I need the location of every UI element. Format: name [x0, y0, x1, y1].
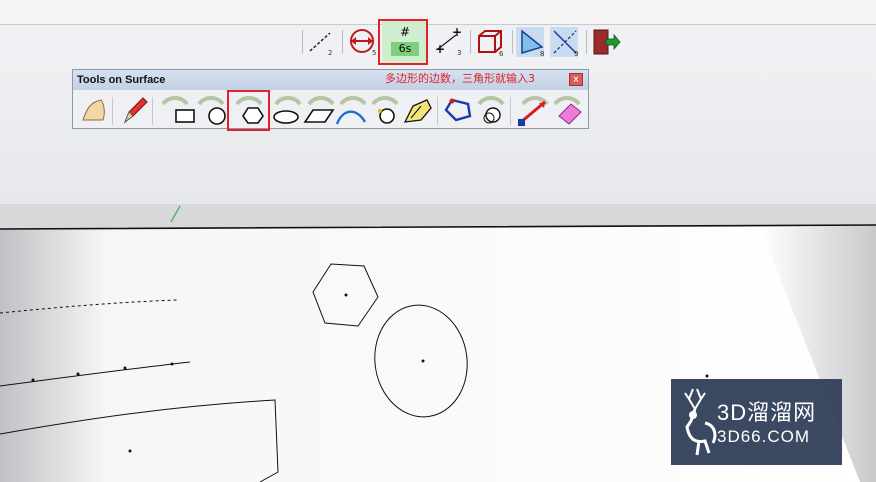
rectangle-icon — [161, 96, 195, 123]
panel-separator — [112, 97, 113, 125]
exit-tool-button[interactable] — [590, 27, 621, 57]
circle-point-icon — [371, 96, 399, 124]
offset-tool-button[interactable] — [401, 94, 432, 126]
panel-close-button[interactable]: x — [569, 73, 583, 86]
eraser-tool-button[interactable] — [551, 94, 582, 126]
add-point-tool-button[interactable]: + + 3 — [432, 25, 462, 57]
stray-point — [705, 374, 709, 378]
panel-annotation: 多边形的边数，三角形就输入3 — [385, 72, 535, 85]
geodesic-tool-button[interactable] — [475, 94, 505, 126]
surface-tool-button[interactable] — [79, 94, 109, 126]
toolbar-separator — [470, 30, 471, 54]
toolbar-separator — [342, 30, 343, 54]
watermark-url: 3D66.COM — [717, 427, 811, 446]
panel-separator — [152, 97, 153, 125]
tool-subscript: 2 — [328, 49, 332, 57]
circle-icon — [197, 96, 226, 125]
eraser-icon — [553, 96, 582, 125]
triangle-icon: 8 — [521, 29, 544, 58]
curve-point — [76, 372, 80, 376]
arc-tool-button[interactable] — [335, 94, 367, 126]
box-tool-button[interactable]: 6 — [474, 27, 504, 58]
line-icon — [518, 96, 549, 126]
tool-subscript: 5 — [372, 49, 376, 57]
tool-subscript: 3 — [457, 49, 461, 57]
geodesic-icon — [477, 96, 505, 124]
circle-point-tool-button[interactable] — [369, 94, 399, 126]
svg-text:+: + — [452, 27, 462, 39]
curve-point — [123, 366, 127, 370]
ellipse-tool-button[interactable] — [270, 94, 302, 126]
arc-icon — [335, 96, 367, 125]
watermark-title: 3D溜溜网 — [717, 400, 817, 425]
polygon-tool-highlight — [227, 90, 270, 131]
circle-center — [421, 359, 425, 363]
parallelogram-icon — [303, 96, 335, 123]
toolbar-separator — [302, 30, 303, 54]
exit-door-icon — [593, 29, 621, 55]
svg-text:+: + — [435, 42, 445, 56]
intersect-tool-button[interactable]: 9 — [550, 27, 578, 58]
tools-on-surface-panel: Tools on Surface 多边形的边数，三角形就输入3 x — [72, 69, 589, 129]
cube-icon: 6 — [478, 30, 504, 58]
measure-tool-button[interactable]: 5 — [348, 27, 376, 57]
circle-tool-button[interactable] — [197, 94, 227, 126]
dashed-line-icon: 2 — [309, 32, 332, 57]
surface-icon — [82, 99, 105, 121]
toolbar-separator — [512, 30, 513, 54]
line-tool-button[interactable] — [515, 94, 549, 126]
double-arrow-icon: 5 — [350, 29, 376, 57]
offset-icon — [403, 99, 432, 123]
panel-separator — [437, 97, 438, 125]
pencil-icon — [123, 97, 148, 124]
tool-subscript: 6 — [499, 50, 504, 57]
panel-title-bar[interactable]: Tools on Surface 多边形的边数，三角形就输入3 x — [73, 70, 588, 90]
sides-input-highlight — [378, 19, 428, 65]
outer-shell-tool-button[interactable] — [442, 94, 472, 126]
panel-separator — [510, 97, 511, 125]
panel-title: Tools on Surface — [77, 74, 166, 86]
pencil-tool-button[interactable] — [119, 94, 149, 126]
tool-subscript: 9 — [574, 50, 578, 57]
rectangle-tool-button[interactable] — [159, 94, 195, 126]
curve-point — [31, 378, 35, 382]
toolbar-separator — [586, 30, 587, 54]
ellipse-icon — [273, 96, 302, 124]
intersect-lines-icon: 9 — [553, 30, 578, 58]
outer-shell-icon — [444, 98, 472, 122]
window-top-strip — [0, 0, 876, 24]
parallelogram-tool-button[interactable] — [303, 94, 335, 126]
dimension-line-tool-button[interactable]: 2 — [306, 27, 334, 57]
curve-point — [170, 362, 174, 366]
tool-subscript: 8 — [540, 50, 544, 57]
hexagon-center — [344, 293, 348, 297]
center-point — [128, 449, 132, 453]
line-plus-icon: + + 3 — [435, 25, 462, 57]
triangle-tool-button[interactable]: 8 — [516, 27, 544, 58]
